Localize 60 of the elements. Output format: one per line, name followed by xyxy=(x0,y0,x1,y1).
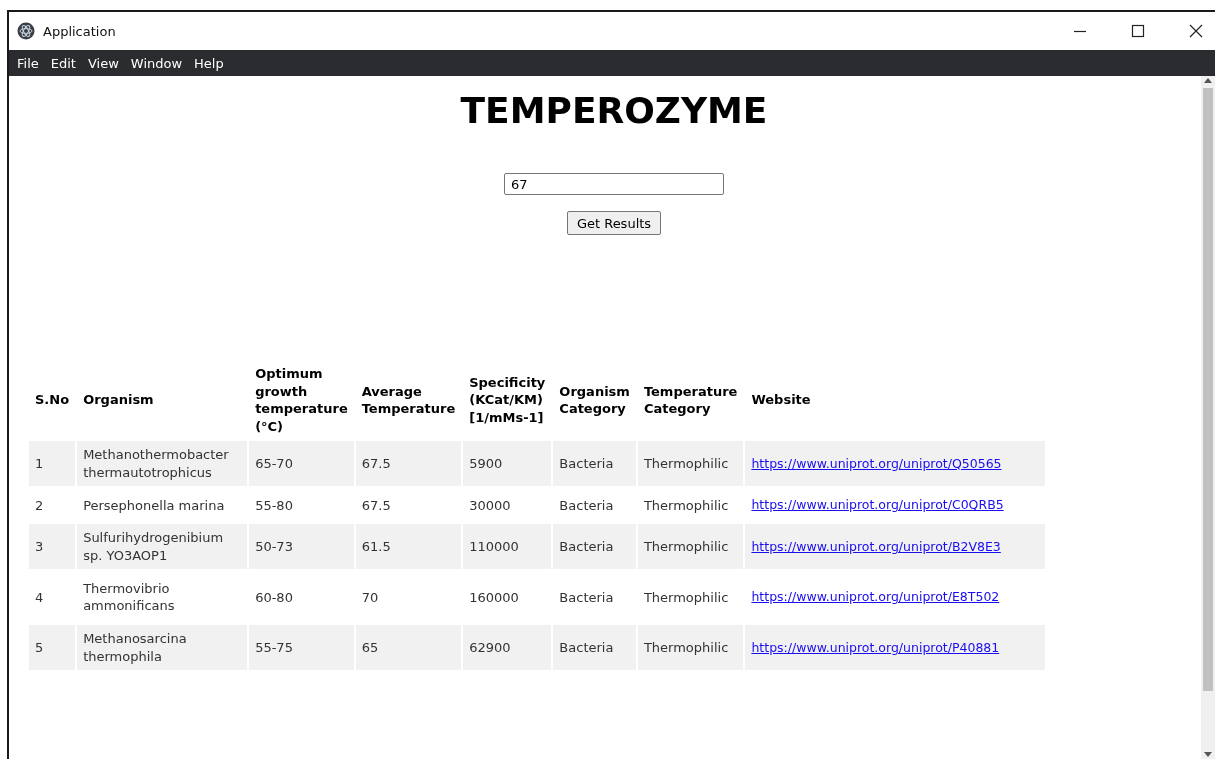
table-cell: 1 xyxy=(29,441,76,487)
table-cell: 62900 xyxy=(463,625,552,671)
table-cell-text: Thermovibrio ammonificans xyxy=(82,579,176,616)
table-cell: Thermophilic xyxy=(637,625,744,671)
table-cell-text: 4 xyxy=(34,588,45,607)
table-cell: 3 xyxy=(29,524,76,570)
menu-item[interactable]: File xyxy=(11,53,45,73)
menu-item[interactable]: Help xyxy=(188,53,230,73)
menu-item[interactable]: Window xyxy=(124,53,189,73)
table-cell-text: Bacteria xyxy=(558,496,615,515)
table-cell-text: 60-80 xyxy=(254,588,294,607)
column-header: S.No xyxy=(34,391,71,410)
table-cell-text: 55-80 xyxy=(254,496,294,515)
table-cell-text: 70 xyxy=(360,588,380,607)
table-cell-text: 30000 xyxy=(468,496,512,515)
maximize-icon[interactable] xyxy=(1131,24,1145,38)
website-link[interactable]: https://www.uniprot.org/uniprot/C0QRB5 xyxy=(751,497,1004,513)
table-cell: 67.5 xyxy=(355,441,462,487)
table-cell-text: Bacteria xyxy=(558,588,615,607)
table-cell-text: Thermophilic xyxy=(642,496,730,515)
column-header: Organism Category xyxy=(558,382,631,419)
table-cell: 65-70 xyxy=(249,441,354,487)
table-cell-text: Thermophilic xyxy=(642,588,730,607)
menu-item[interactable]: Edit xyxy=(44,53,82,73)
table-cell: 5 xyxy=(29,625,76,671)
table-cell-text: 67.5 xyxy=(360,496,392,515)
scroll-down-icon[interactable] xyxy=(1203,751,1213,759)
table-cell-text: 160000 xyxy=(468,588,520,607)
window-title: Application xyxy=(43,23,116,39)
scrollbar[interactable] xyxy=(1201,76,1215,759)
table-cell-text: 2 xyxy=(34,496,45,515)
table-cell: Bacteria xyxy=(553,441,636,487)
table-cell: 110000 xyxy=(463,524,552,570)
column-header: Average Temperature xyxy=(360,382,457,419)
column-header: Optimum growth temperature (°C) xyxy=(254,365,349,436)
scroll-thumb[interactable] xyxy=(1203,88,1213,691)
table-cell: 61.5 xyxy=(355,524,462,570)
app-icon xyxy=(17,22,35,40)
table-cell: Methanosarcina thermophila xyxy=(77,625,248,671)
table-cell: 65 xyxy=(355,625,462,671)
column-header: Specificity (KCat/KM) [1/mMs-1] xyxy=(468,373,547,427)
table-cell: Bacteria xyxy=(553,625,636,671)
table-cell: Bacteria xyxy=(553,524,636,570)
website-link[interactable]: https://www.uniprot.org/uniprot/E8T502 xyxy=(751,589,1000,605)
table-cell: Sulfurihydrogenibium sp. YO3AOP1 xyxy=(77,524,248,570)
column-header: Organism xyxy=(82,391,155,410)
table-cell: Methanothermobacter thermautotrophicus xyxy=(77,441,248,487)
column-header: Temperature Category xyxy=(642,382,739,419)
table-cell: 50-73 xyxy=(249,524,354,570)
table-cell: 5900 xyxy=(463,441,552,487)
get-results-button[interactable]: Get Results xyxy=(566,211,662,235)
column-header: Website xyxy=(750,391,812,410)
app-heading: TEMPEROZYME xyxy=(460,90,768,131)
table-cell: Thermophilic xyxy=(637,441,744,487)
close-icon[interactable] xyxy=(1189,24,1203,38)
table-cell: 55-75 xyxy=(249,625,354,671)
menu-item[interactable]: View xyxy=(81,53,125,73)
table-cell-text: Persephonella marina xyxy=(82,496,226,515)
temperature-input[interactable]: 67 xyxy=(504,173,724,195)
table-cell: Thermophilic xyxy=(637,524,744,570)
